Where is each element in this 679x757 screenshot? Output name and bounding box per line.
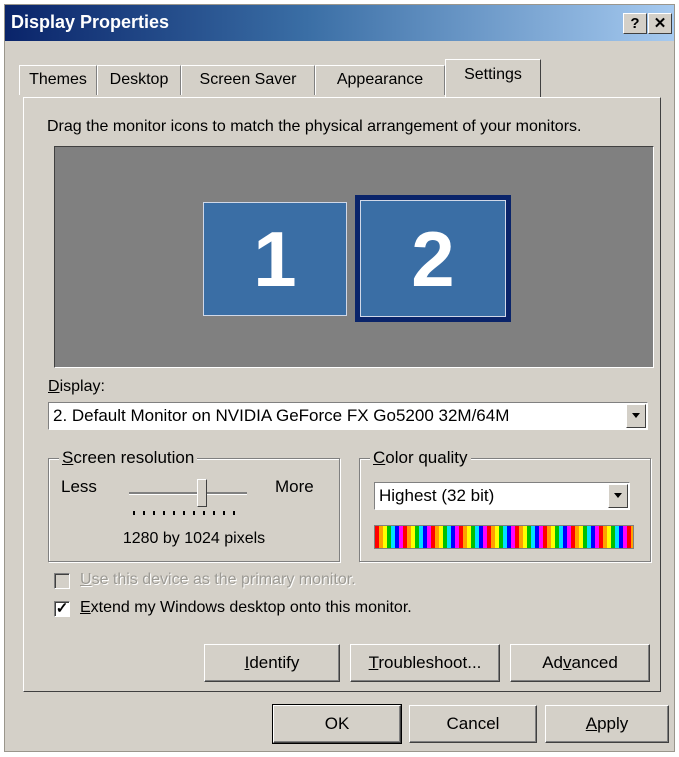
resolution-legend-text: creen resolution: [73, 448, 195, 467]
color-sample-strip: [374, 525, 634, 549]
tab-desktop[interactable]: Desktop: [97, 65, 181, 95]
monitor-2-number: 2: [411, 215, 455, 303]
resolution-slider-ticks: [133, 511, 243, 515]
extend-desktop-checkbox[interactable]: ✓: [54, 601, 70, 617]
identify-label: dentify: [249, 653, 300, 672]
screen-resolution-legend: Screen resolution: [59, 448, 198, 468]
color-quality-value: Highest (32 bit): [379, 486, 495, 505]
extend-desktop-label: Extend my Windows desktop onto this moni…: [80, 599, 412, 617]
display-properties-window: Display Properties ? ✕ Themes Desktop Sc…: [4, 4, 675, 752]
extend-label-text: xtend my Windows desktop onto this monit…: [90, 599, 412, 616]
close-icon: ✕: [653, 15, 667, 32]
resolution-slider-thumb[interactable]: [197, 479, 208, 507]
cancel-button[interactable]: Cancel: [409, 705, 537, 743]
display-select[interactable]: 2. Default Monitor on NVIDIA GeForce FX …: [48, 402, 648, 430]
color-quality-group: Color quality Highest (32 bit): [359, 448, 651, 562]
troubleshoot-mnemonic: T: [368, 653, 379, 672]
display-label: Display:: [48, 378, 105, 396]
color-quality-legend: Color quality: [370, 448, 471, 468]
display-select-value: 2. Default Monitor on NVIDIA GeForce FX …: [53, 406, 510, 425]
advanced-button[interactable]: Advanced: [510, 644, 650, 682]
apply-label: pply: [597, 714, 629, 733]
color-quality-select[interactable]: Highest (32 bit): [374, 482, 630, 510]
resolution-more-label: More: [275, 477, 314, 496]
ok-button[interactable]: OK: [272, 704, 402, 744]
troubleshoot-button[interactable]: Troubleshoot...: [350, 644, 500, 682]
tab-screen-saver[interactable]: Screen Saver: [181, 65, 315, 95]
monitor-1-number: 1: [253, 215, 297, 303]
advanced-label-b: anced: [571, 653, 618, 672]
monitor-1-icon[interactable]: 1: [203, 202, 347, 316]
window-title: Display Properties: [11, 12, 170, 32]
resolution-value-text: 1280 by 1024 pixels: [122, 530, 266, 547]
display-label-mnemonic: D: [48, 378, 60, 395]
tab-settings[interactable]: Settings: [445, 59, 541, 97]
extend-label-mnemonic: E: [80, 599, 91, 616]
apply-mnemonic: A: [585, 714, 598, 733]
help-button[interactable]: ?: [623, 13, 647, 34]
monitor-2-screen: 2: [360, 200, 506, 317]
chevron-down-icon: [632, 413, 640, 418]
monitor-arrangement-area: 1 2: [54, 146, 654, 368]
color-dropdown-button[interactable]: [608, 484, 628, 508]
color-legend-mnemonic: C: [373, 448, 386, 467]
instruction-text: Drag the monitor icons to match the phys…: [47, 118, 582, 135]
identify-button[interactable]: Identify: [204, 644, 340, 682]
primary-label-mnemonic: U: [80, 571, 92, 588]
display-label-text: isplay:: [59, 378, 105, 395]
primary-monitor-label: Use this device as the primary monitor.: [80, 571, 356, 589]
tab-themes[interactable]: Themes: [19, 65, 97, 95]
troubleshoot-label: roubleshoot...: [378, 653, 482, 672]
screen-resolution-group: Screen resolution Less More 1280 by 1024…: [48, 448, 340, 562]
tab-appearance[interactable]: Appearance: [315, 65, 445, 95]
resolution-legend-mnemonic: S: [62, 448, 74, 467]
color-legend-text: olor quality: [385, 448, 468, 467]
settings-panel: Drag the monitor icons to match the phys…: [23, 97, 661, 692]
resolution-slider-track[interactable]: [129, 492, 247, 495]
display-dropdown-button[interactable]: [626, 404, 646, 428]
close-button[interactable]: ✕: [648, 13, 672, 34]
apply-button[interactable]: Apply: [545, 705, 669, 743]
advanced-label-a: Ad: [542, 653, 563, 672]
monitor-2-icon[interactable]: 2: [355, 195, 511, 322]
resolution-less-label: Less: [61, 477, 97, 496]
checkmark-icon: ✓: [55, 600, 69, 617]
primary-monitor-checkbox[interactable]: [54, 573, 70, 589]
title-bar[interactable]: Display Properties ? ✕: [5, 5, 674, 41]
primary-label-text: se this device as the primary monitor.: [91, 571, 356, 588]
chevron-down-icon: [614, 493, 622, 498]
